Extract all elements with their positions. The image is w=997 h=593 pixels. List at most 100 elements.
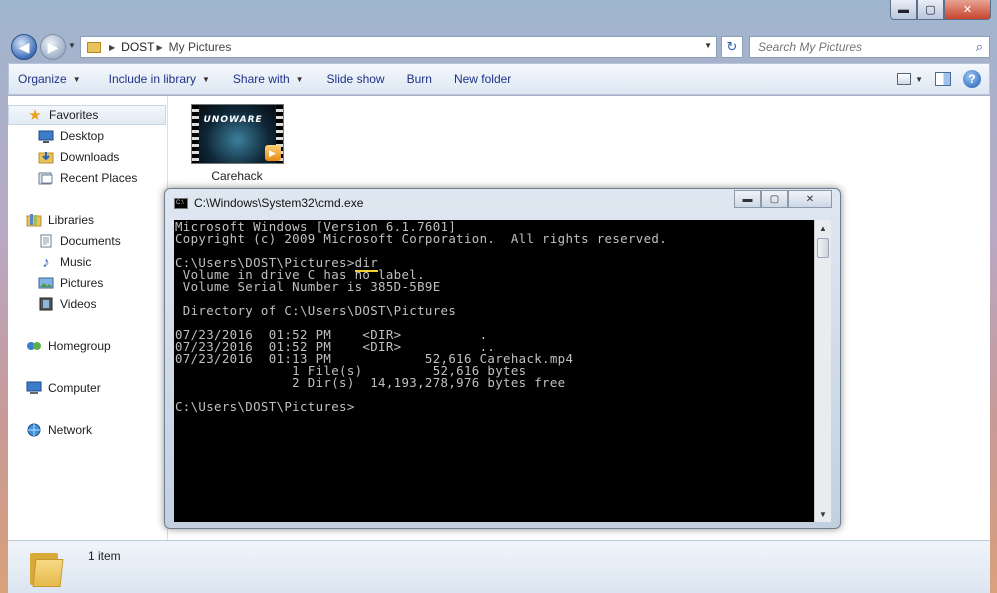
video-play-icon: ▶ <box>264 145 281 161</box>
status-bar: 1 item <box>8 540 990 593</box>
console-line: 2 Dir(s) 14,193,278,976 bytes free <box>175 375 566 390</box>
sidebar-item-desktop[interactable]: Desktop <box>8 126 166 146</box>
organize-menu[interactable]: Organize ▼ <box>9 64 90 94</box>
console-prompt: C:\Users\DOST\Pictures> <box>175 399 355 414</box>
sidebar-item-label: Network <box>48 423 93 437</box>
scroll-down-arrow-icon[interactable]: ▼ <box>815 506 831 522</box>
sidebar-item-computer[interactable]: Computer <box>8 378 166 398</box>
cmd-window-title: C:\Windows\System32\cmd.exe <box>194 196 364 210</box>
sidebar-item-downloads[interactable]: Downloads <box>8 147 166 167</box>
sidebar-item-videos[interactable]: Videos <box>8 294 166 314</box>
search-input[interactable] <box>750 37 960 57</box>
help-icon[interactable]: ? <box>963 70 981 88</box>
cmd-app-icon[interactable]: C:\ <box>174 197 188 209</box>
star-icon: ★ <box>28 107 42 124</box>
include-in-library-menu[interactable]: Include in library ▼ <box>100 64 219 94</box>
sidebar-item-label: Pictures <box>60 276 104 290</box>
view-controls: ▼ ? <box>897 70 981 88</box>
film-strip-icon <box>191 105 199 163</box>
command-bar: Organize ▼ Include in library ▼ Share with… <box>8 63 990 95</box>
computer-icon <box>26 381 42 395</box>
sidebar-item-network[interactable]: Network <box>8 420 166 440</box>
chevron-down-icon[interactable]: ▼ <box>915 75 923 84</box>
sidebar-item-label: Documents <box>60 234 121 248</box>
breadcrumb-my-pictures[interactable]: My Pictures <box>169 40 232 54</box>
scrollbar-thumb[interactable] <box>817 238 829 258</box>
chevron-down-icon: ▼ <box>202 74 210 84</box>
console-scrollbar[interactable]: ▲ ▼ <box>814 220 831 522</box>
slide-show-label: Slide show <box>326 72 385 86</box>
folder-icon <box>28 547 64 587</box>
breadcrumb-separator-icon[interactable]: ▶ <box>157 43 163 52</box>
desktop-icon <box>38 129 54 143</box>
cmd-close-button[interactable]: ✕ <box>788 190 832 208</box>
burn-button[interactable]: Burn <box>398 64 441 94</box>
console-line: Directory of C:\Users\DOST\Pictures <box>175 303 457 318</box>
address-bar[interactable]: ▶ DOST ▶ My Pictures ▼ <box>80 36 717 58</box>
documents-icon <box>38 234 54 248</box>
downloads-folder-icon <box>38 150 54 164</box>
share-with-menu[interactable]: Share with ▼ <box>224 64 313 94</box>
sidebar-item-label: Favorites <box>49 108 99 122</box>
console-line: Copyright (c) 2009 Microsoft Corporation… <box>175 231 668 246</box>
file-name: Carehack <box>211 169 263 183</box>
window-controls: ▬ ▢ ✕ <box>890 0 991 20</box>
new-folder-button[interactable]: New folder <box>445 64 520 94</box>
recent-pages-chevron-icon[interactable]: ▼ <box>68 41 76 50</box>
slide-show-button[interactable]: Slide show <box>318 64 394 94</box>
burn-label: Burn <box>406 72 432 86</box>
sidebar-item-recent-places[interactable]: Recent Places <box>8 168 166 188</box>
chevron-down-icon: ▼ <box>295 74 304 84</box>
minimize-button[interactable]: ▬ <box>890 0 917 20</box>
sidebar-item-label: Libraries <box>48 213 95 227</box>
sidebar-item-documents[interactable]: Documents <box>8 231 166 251</box>
address-row: ◀ ▶ ▼ ▶ DOST ▶ My Pictures ▼ ↻ ⌕ <box>0 30 997 62</box>
sidebar-item-pictures[interactable]: Pictures <box>8 273 166 293</box>
cmd-window[interactable]: C:\ C:\Windows\System32\cmd.exe ▬ ▢ ✕ Mi… <box>164 188 841 529</box>
include-in-library-label: Include in library <box>108 72 196 86</box>
thumbnail-brand-text: UNOWARE <box>203 115 263 125</box>
forward-button[interactable]: ▶ <box>40 34 66 60</box>
sidebar-item-label: Desktop <box>60 129 105 143</box>
new-folder-label: New folder <box>453 72 512 86</box>
pictures-icon <box>38 276 54 290</box>
breadcrumb-separator-icon[interactable]: ▶ <box>109 43 115 52</box>
sidebar-item-music[interactable]: ♪ Music <box>8 252 166 272</box>
sidebar-item-label: Homegroup <box>48 339 111 353</box>
maximize-button[interactable]: ▢ <box>917 0 944 20</box>
console-text: Microsoft Windows [Version 6.1.7601] Cop… <box>175 220 814 414</box>
console-output[interactable]: Microsoft Windows [Version 6.1.7601] Cop… <box>174 220 814 522</box>
cmd-title-bar[interactable]: C:\ C:\Windows\System32\cmd.exe <box>174 196 363 210</box>
sidebar-item-libraries[interactable]: Libraries <box>8 210 166 230</box>
share-with-label: Share with <box>232 72 290 86</box>
search-box[interactable]: ⌕ <box>749 36 990 58</box>
cmd-minimize-button[interactable]: ▬ <box>734 190 761 208</box>
title-bar: ▬ ▢ ✕ <box>0 0 997 30</box>
preview-pane-icon[interactable] <box>935 72 951 86</box>
video-thumbnail: UNOWARE ▶ <box>190 104 284 164</box>
music-note-icon: ♪ <box>42 253 50 271</box>
libraries-icon <box>26 213 42 227</box>
search-icon[interactable]: ⌕ <box>976 39 983 55</box>
cmd-maximize-button[interactable]: ▢ <box>761 190 788 208</box>
change-view-icon[interactable] <box>897 73 912 85</box>
thumbnail-image <box>199 105 275 163</box>
sidebar-item-homegroup[interactable]: Homegroup <box>8 336 166 356</box>
back-button[interactable]: ◀ <box>11 34 37 60</box>
scroll-up-arrow-icon[interactable]: ▲ <box>815 220 831 236</box>
recent-places-icon <box>38 171 54 185</box>
sidebar-item-label: Recent Places <box>60 171 138 185</box>
refresh-button[interactable]: ↻ <box>721 36 743 58</box>
console-line: Volume Serial Number is 385D-5B9E <box>175 279 441 294</box>
breadcrumb-dost[interactable]: DOST <box>121 40 154 54</box>
sidebar-item-favorites[interactable]: ★ Favorites <box>8 105 166 125</box>
file-item-carehack[interactable]: UNOWARE ▶ Carehack <box>187 104 287 183</box>
folder-icon <box>87 41 101 53</box>
address-history-chevron-icon[interactable]: ▼ <box>704 41 712 50</box>
chevron-down-icon: ▼ <box>72 74 81 84</box>
sidebar-item-label: Computer <box>48 381 101 395</box>
videos-film-icon <box>38 297 54 311</box>
cmd-window-controls: ▬ ▢ ✕ <box>734 190 832 208</box>
organize-label: Organize <box>18 72 67 86</box>
close-button[interactable]: ✕ <box>944 0 991 20</box>
